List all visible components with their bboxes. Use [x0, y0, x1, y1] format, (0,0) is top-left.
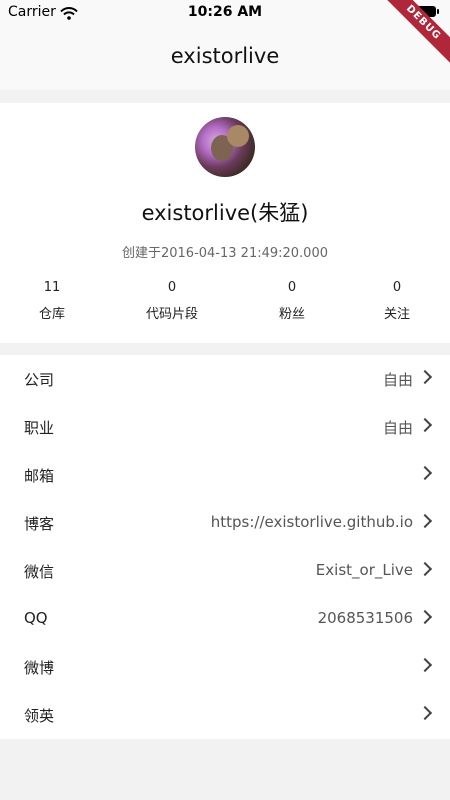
row-value: 自由 — [382, 419, 413, 437]
chevron-right-icon — [417, 417, 433, 433]
row-label: 领英 — [24, 707, 55, 725]
row-label: 邮箱 — [24, 467, 55, 485]
row-value: 自由 — [382, 371, 413, 389]
created-at: 创建于2016-04-13 21:49:20.000 — [121, 246, 328, 261]
row-label: 职业 — [24, 419, 55, 437]
stat-count: 0 — [392, 280, 402, 295]
stat-label: 代码片段 — [145, 307, 198, 322]
profile-card: existorlive(朱猛) 创建于2016-04-13 21:49:20.0… — [0, 103, 450, 343]
info-row-linkedin[interactable]: 领英 — [0, 691, 450, 739]
page-title: existorlive — [170, 44, 280, 68]
chevron-right-icon — [417, 465, 433, 481]
stat-following[interactable]: 0 关注 — [342, 280, 450, 322]
info-row-wechat[interactable]: 微信 Exist_or_Live — [0, 547, 450, 595]
display-name: existorlive(朱猛) — [141, 201, 309, 225]
row-label: 微信 — [24, 563, 55, 581]
chevron-right-icon — [417, 705, 433, 721]
info-row-weibo[interactable]: 微博 — [0, 643, 450, 691]
row-label: 博客 — [24, 515, 55, 533]
chevron-right-icon — [417, 513, 433, 529]
chevron-right-icon — [417, 657, 433, 673]
row-value: 2068531506 — [317, 609, 413, 627]
info-row-email[interactable]: 邮箱 — [0, 451, 450, 499]
stat-repos[interactable]: 11 仓库 — [0, 280, 107, 322]
avatar-cat-shape — [227, 125, 249, 147]
row-label: 公司 — [24, 371, 55, 389]
row-value: Exist_or_Live — [315, 561, 413, 579]
row-label: 微博 — [24, 659, 55, 677]
info-row-qq[interactable]: QQ 2068531506 — [0, 595, 450, 643]
info-list: 公司 自由 职业 自由 邮箱 博客 https://existorlive.gi… — [0, 355, 450, 739]
info-row-occupation[interactable]: 职业 自由 — [0, 403, 450, 451]
stat-label: 关注 — [383, 307, 410, 322]
chevron-right-icon — [417, 561, 433, 577]
info-row-company[interactable]: 公司 自由 — [0, 355, 450, 403]
stat-gists[interactable]: 0 代码片段 — [117, 280, 227, 322]
stat-followers[interactable]: 0 粉丝 — [237, 280, 347, 322]
avatar[interactable] — [195, 117, 255, 177]
stat-count: 0 — [167, 280, 177, 295]
chevron-right-icon — [417, 609, 433, 625]
status-bar: Carrier 10:26 AM — [0, 0, 450, 24]
stat-count: 0 — [287, 280, 297, 295]
stat-count: 11 — [43, 280, 61, 295]
stat-label: 仓库 — [38, 307, 65, 322]
row-label: QQ — [24, 609, 48, 627]
row-value: https://existorlive.github.io — [210, 513, 413, 531]
nav-bar: existorlive — [0, 24, 450, 90]
status-time: 10:26 AM — [187, 4, 263, 20]
info-row-blog[interactable]: 博客 https://existorlive.github.io — [0, 499, 450, 547]
stat-label: 粉丝 — [278, 307, 305, 322]
chevron-right-icon — [417, 369, 433, 385]
stats-row: 11 仓库 0 代码片段 0 粉丝 0 关注 — [0, 280, 450, 330]
